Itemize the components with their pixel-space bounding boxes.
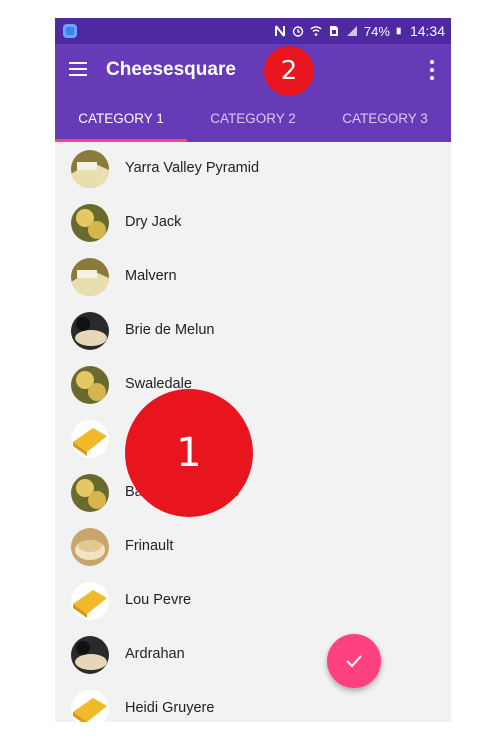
- cheese-avatar-icon: [71, 528, 109, 566]
- alarm-icon: [292, 26, 304, 37]
- list-item-label: Malvern: [125, 268, 177, 284]
- list-item[interactable]: Frinault: [55, 520, 451, 574]
- cheese-avatar-icon: [71, 258, 109, 296]
- check-icon: [346, 655, 362, 668]
- tab-category-3[interactable]: CATEGORY 3: [319, 98, 451, 142]
- cheese-avatar-icon: [71, 366, 109, 404]
- annotation-marker-2: 2: [264, 46, 314, 96]
- list-item[interactable]: Lou Pevre: [55, 574, 451, 628]
- list-item[interactable]: [55, 412, 451, 466]
- more-vert-icon[interactable]: [429, 60, 435, 80]
- list-item-label: Dry Jack: [125, 214, 182, 230]
- list-item[interactable]: Malvern: [55, 250, 451, 304]
- tab-bar: CATEGORY 1 CATEGORY 2 CATEGORY 3: [55, 98, 451, 142]
- fab-check-button[interactable]: [327, 634, 381, 688]
- list-item[interactable]: Dry Jack: [55, 196, 451, 250]
- app-bar: Cheesesquare: [55, 44, 451, 98]
- cheese-avatar-icon: [71, 312, 109, 350]
- list-item[interactable]: Ardrahan: [55, 628, 451, 682]
- list-item[interactable]: Swaledale: [55, 358, 451, 412]
- cheese-avatar-icon: [71, 474, 109, 512]
- cheese-avatar-icon: [71, 690, 109, 722]
- cheese-avatar-icon: [71, 204, 109, 242]
- list-item[interactable]: Brie de Melun: [55, 304, 451, 358]
- app-title: Cheesesquare: [106, 59, 236, 80]
- list-item-label: Heidi Gruyere: [125, 700, 215, 716]
- hamburger-menu-icon[interactable]: [69, 62, 87, 76]
- sim-icon: [329, 26, 338, 36]
- list-item-label: Frinault: [125, 538, 174, 554]
- cheese-avatar-icon: [71, 150, 109, 188]
- cheese-list: Yarra Valley Pyramid Dry Jack Malvern Br…: [55, 142, 451, 722]
- list-item[interactable]: Yarra Valley Pyramid: [55, 142, 451, 196]
- battery-icon: [396, 27, 401, 35]
- annotation-marker-1: 1: [125, 389, 253, 517]
- app-notification-icon: [63, 24, 77, 38]
- status-bar: 74% 14:34: [55, 18, 451, 44]
- nfc-icon: [274, 25, 285, 37]
- battery-percent: 74%: [363, 23, 390, 39]
- tab-category-2[interactable]: CATEGORY 2: [187, 98, 319, 142]
- list-item-label: Yarra Valley Pyramid: [125, 160, 260, 176]
- cheese-avatar-icon: [71, 582, 109, 620]
- tab-category-1[interactable]: CATEGORY 1: [55, 98, 187, 142]
- phone-screen: 74% 14:34 Cheesesquare CATEGORY 1 CATEGO…: [55, 18, 451, 722]
- list-item[interactable]: Baise: [55, 466, 451, 520]
- cheese-avatar-icon: [71, 636, 109, 674]
- signal-icon: [346, 26, 357, 36]
- wifi-icon: [310, 26, 322, 36]
- list-item-label: Brie de Melun: [125, 322, 215, 338]
- status-icons: 74% 14:34: [274, 23, 445, 39]
- list-item-label: Lou Pevre: [125, 592, 192, 608]
- list-item-label: Ardrahan: [125, 646, 185, 662]
- list-item[interactable]: Heidi Gruyere: [55, 682, 451, 722]
- cheese-avatar-icon: [71, 420, 109, 458]
- clock: 14:34: [409, 23, 445, 39]
